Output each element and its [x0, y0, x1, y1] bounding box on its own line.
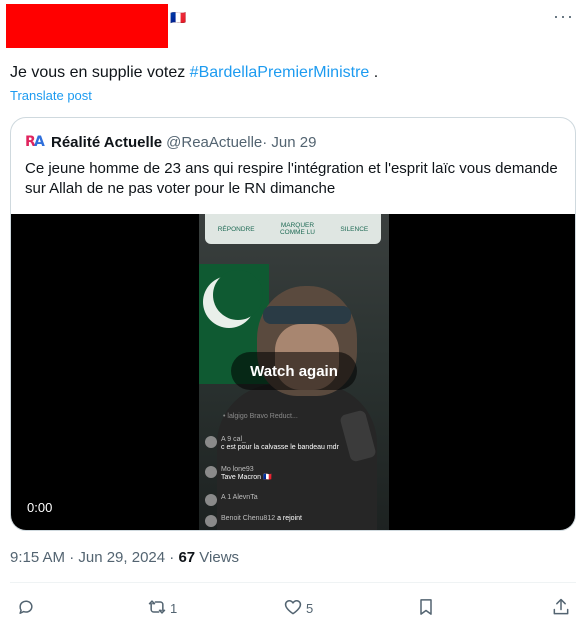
like-button[interactable]: 5 [283, 597, 313, 619]
person-headband [263, 306, 351, 324]
comment-avatar [205, 466, 217, 478]
views-count: 67 [178, 549, 196, 566]
quoted-post-date: · Jun 29 [262, 133, 317, 151]
repost-count: 1 [170, 600, 178, 616]
hashtag-link[interactable]: #BardellaPremierMinistre [190, 64, 370, 81]
video-comment: A 9 cal_ c est pour la calvasse le bandea… [205, 436, 339, 452]
quoted-post-text: Ce jeune homme de 23 ans qui respire l'i… [25, 160, 558, 197]
comment-user: Benoit Chenu812 [221, 515, 276, 522]
video-player[interactable]: RÉPONDRE MARQUER COMME LU SILENCE • lalg… [11, 214, 575, 530]
quoted-author-avatar[interactable]: R A [25, 132, 45, 152]
quoted-post-card[interactable]: R A Réalité Actuelle @ReaActuelle · Jun … [10, 117, 576, 531]
video-time: 0:00 [27, 500, 53, 515]
post-text: Je vous en supplie votez #BardellaPremie… [10, 63, 378, 83]
quoted-post-header: R A Réalité Actuelle @ReaActuelle · Jun … [25, 132, 316, 152]
overlay-reply-label: RÉPONDRE [217, 225, 255, 233]
video-comment: Mo lone93 Tave Macron 🇫🇷 [205, 466, 272, 482]
comment-avatar [205, 494, 217, 506]
reply-button[interactable] [16, 597, 39, 619]
repost-button[interactable]: 1 [147, 597, 177, 619]
translate-post-link[interactable]: Translate post [10, 88, 92, 103]
comment-message: a rejoint [277, 515, 302, 522]
overlay-mark-read-label: MARQUER COMME LU [279, 222, 315, 236]
bookmark-button[interactable] [416, 597, 439, 619]
comment-avatar [205, 515, 217, 527]
france-flag-icon: 🇫🇷 [170, 10, 187, 25]
avatar-letter-a: A [34, 134, 45, 150]
bookmark-icon [416, 597, 436, 620]
views-label: Views [195, 549, 240, 566]
repost-icon [147, 597, 167, 620]
share-icon [551, 597, 571, 620]
comment-user: A 1 AlevnTa [221, 494, 258, 501]
comment-avatar [205, 436, 217, 448]
divider [10, 582, 576, 583]
ghost-comment: • lalgigo Bravo Reduct... [223, 413, 298, 420]
notification-overlay: RÉPONDRE MARQUER COMME LU SILENCE [205, 214, 381, 244]
comment-user: A 9 cal_ [221, 436, 246, 443]
comment-message: c est pour la calvasse le bandeau mdr [221, 444, 339, 451]
post-metadata: 9:15 AM · Jun 29, 2024 · 67 Views [10, 549, 239, 566]
video-comment: Benoit Chenu812 a rejoint [205, 515, 302, 527]
watch-again-button[interactable]: Watch again [231, 352, 357, 390]
quoted-author-name[interactable]: Réalité Actuelle [51, 134, 162, 151]
comment-user: Mo lone93 [221, 466, 254, 473]
quoted-author-handle[interactable]: @ReaActuelle [166, 134, 262, 151]
redacted-author-block [6, 4, 168, 48]
crescent-cut [213, 270, 263, 320]
comment-message: Tave Macron 🇫🇷 [221, 474, 272, 481]
reply-icon [16, 597, 36, 620]
post-text-suffix: . [369, 64, 379, 81]
post-timestamp[interactable]: 9:15 AM · Jun 29, 2024 · [10, 549, 178, 566]
more-options-button[interactable]: ··· [553, 6, 574, 27]
share-button[interactable] [551, 597, 574, 619]
video-comment: A 1 AlevnTa [205, 494, 258, 506]
like-count: 5 [306, 600, 314, 616]
heart-icon [283, 597, 303, 620]
overlay-silence-label: SILENCE [340, 225, 369, 233]
post-text-prefix: Je vous en supplie votez [10, 64, 190, 81]
